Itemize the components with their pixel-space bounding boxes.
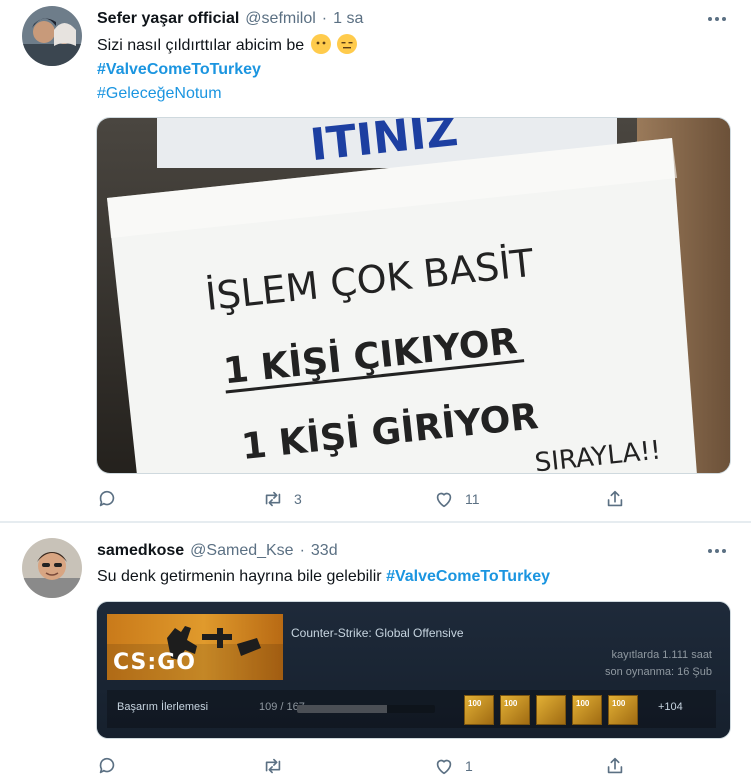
display-name[interactable]: Sefer yaşar official (97, 10, 239, 28)
tweet-text-body: Su denk getirmenin hayrına bile gelebili… (97, 568, 382, 585)
reply-icon (99, 757, 115, 774)
no-mouth-face-emoji (310, 34, 331, 54)
csgo-logo: CS:GO (113, 650, 196, 675)
game-title[interactable]: Counter-Strike: Global Offensive (291, 626, 464, 640)
expressionless-face-emoji (337, 34, 358, 54)
heart-icon (436, 492, 452, 508)
avatar[interactable] (22, 538, 82, 598)
hashtag-gelecegenotum[interactable]: #GeleceğeNotum (97, 85, 222, 102)
achievement-badge-icon[interactable]: 100 (608, 695, 638, 725)
like-count: 1 (465, 758, 473, 774)
user-handle[interactable]: @sefmilol (245, 10, 315, 28)
tweet-text: Sizi nasıl çıldırttılar abicim be (97, 34, 358, 58)
achievement-label: Başarım İlerlemesi (117, 701, 209, 713)
achievement-icons: 100 100 100 100 (464, 695, 638, 725)
achievement-progress-fill (297, 705, 387, 713)
steam-profile-card[interactable]: CS:GO Counter-Strike: Global Offensive k… (96, 601, 731, 739)
achievement-badge-icon[interactable] (536, 695, 566, 725)
retweet-icon (265, 491, 281, 507)
share-button[interactable] (604, 751, 626, 781)
achievement-badge-icon[interactable]: 100 (464, 695, 494, 725)
retweet-count: 3 (294, 491, 302, 507)
user-handle[interactable]: @Samed_Kse (190, 542, 293, 560)
tweet-actions: 3 11 (96, 484, 626, 514)
hashtag-valvecometoturkey[interactable]: #ValveComeToTurkey (386, 568, 550, 585)
separator-dot: · (321, 10, 328, 27)
hashtag-link[interactable]: #GeleceğeNotum (97, 82, 222, 106)
timestamp[interactable]: 1 sa (333, 10, 363, 28)
tweet-text: Su denk getirmenin hayrına bile gelebili… (97, 565, 550, 589)
retweet-button[interactable]: 3 (262, 484, 302, 514)
achievement-progress (297, 705, 435, 713)
share-icon (607, 757, 623, 774)
tweet-actions: 1 (96, 751, 626, 781)
achievement-bar: Başarım İlerlemesi 109 / 167 100 100 100… (107, 690, 716, 728)
tweet-photo[interactable]: ITINIZ İŞLEM ÇOK BASİT 1 KİŞİ ÇIKIYOR 1 … (96, 117, 731, 474)
reply-button[interactable] (96, 751, 128, 781)
achievement-badge-icon[interactable]: 100 (500, 695, 530, 725)
reply-icon (99, 490, 115, 507)
heart-icon (436, 759, 452, 775)
reply-button[interactable] (96, 484, 128, 514)
game-banner: CS:GO (107, 614, 283, 680)
more-achievements[interactable]: +104 (658, 701, 683, 713)
separator-dot: · (299, 542, 305, 559)
like-count: 11 (465, 491, 480, 507)
more-options-icon[interactable] (707, 9, 727, 29)
retweet-icon (265, 758, 281, 774)
tweet-divider (0, 522, 751, 523)
avatar[interactable] (22, 6, 82, 66)
like-button[interactable]: 1 (433, 751, 473, 781)
last-played: son oynanma: 16 Şub (604, 666, 712, 678)
like-button[interactable]: 11 (433, 484, 480, 514)
share-icon (607, 490, 623, 507)
tweet-text-body: Sizi nasıl çıldırttılar abicim be (97, 37, 305, 54)
hashtag-valvecometoturkey[interactable]: #ValveComeToTurkey (97, 61, 261, 78)
share-button[interactable] (604, 484, 626, 514)
tweet-header: Sefer yaşar official @sefmilol · 1 sa (97, 7, 363, 31)
hours-on-record: kayıtlarda 1.111 saat (611, 649, 713, 661)
tweet-header: samedkose @Samed_Kse · 33d (97, 539, 338, 563)
retweet-button[interactable] (262, 751, 294, 781)
sign-photo: ITINIZ İŞLEM ÇOK BASİT 1 KİŞİ ÇIKIYOR 1 … (97, 118, 730, 473)
achievement-badge-icon[interactable]: 100 (572, 695, 602, 725)
more-options-icon[interactable] (707, 541, 727, 561)
timestamp[interactable]: 33d (311, 542, 338, 560)
display-name[interactable]: samedkose (97, 542, 184, 560)
hashtag-link[interactable]: #ValveComeToTurkey (97, 58, 261, 82)
